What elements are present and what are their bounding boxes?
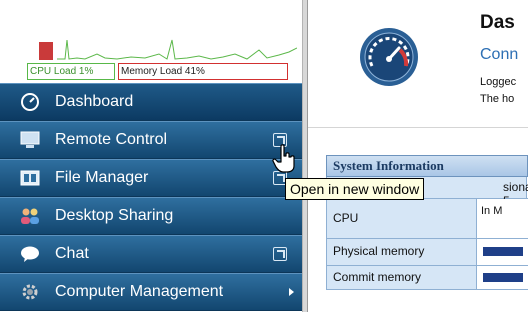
load-monitor: CPU Load 1% Memory Load 41% bbox=[27, 10, 297, 80]
monitor-icon bbox=[20, 131, 40, 148]
sidebar-item-file-manager[interactable]: File Manager bbox=[0, 159, 302, 197]
logged-in-text: Loggec bbox=[480, 76, 517, 88]
sidebar-item-label: File Manager bbox=[55, 169, 149, 186]
cpu-label: CPU bbox=[327, 199, 477, 238]
commit-memory-label: Commit memory bbox=[327, 266, 477, 289]
hand-cursor-icon bbox=[272, 144, 295, 173]
cpu-load-line bbox=[57, 39, 297, 60]
dashboard-gauge-icon bbox=[360, 28, 418, 86]
dashboard-gauge-icon bbox=[21, 93, 39, 111]
page-title: Das bbox=[480, 12, 515, 33]
connection-status: Conn bbox=[480, 46, 519, 63]
table-row: Physical memory bbox=[326, 239, 528, 266]
sidebar-item-computer-management[interactable]: Computer Management bbox=[0, 273, 302, 311]
divider bbox=[308, 127, 528, 128]
sidebar-nav: Dashboard Remote Control File Manager De… bbox=[0, 83, 302, 311]
physical-memory-value bbox=[477, 239, 528, 265]
physical-memory-label: Physical memory bbox=[327, 239, 477, 265]
sidebar-item-desktop-sharing[interactable]: Desktop Sharing bbox=[0, 197, 302, 235]
chevron-right-icon[interactable] bbox=[289, 288, 294, 296]
load-history-chart bbox=[39, 39, 297, 60]
sidebar-item-remote-control[interactable]: Remote Control bbox=[0, 121, 302, 159]
sidebar-item-label: Computer Management bbox=[55, 283, 224, 300]
sidebar-item-label: Chat bbox=[55, 245, 89, 262]
host-text: The ho bbox=[480, 93, 515, 105]
sidebar-item-chat[interactable]: Chat bbox=[0, 235, 302, 273]
people-icon bbox=[21, 208, 39, 224]
sidebar-item-dashboard[interactable]: Dashboard bbox=[0, 83, 302, 121]
cpu-load-label: CPU Load 1% bbox=[27, 63, 115, 80]
file-manager-icon bbox=[20, 170, 40, 186]
open-in-new-window-icon[interactable] bbox=[273, 247, 287, 261]
gear-icon bbox=[22, 284, 38, 300]
sidebar-item-label: Remote Control bbox=[55, 131, 168, 148]
table-row: Commit memory bbox=[326, 266, 528, 290]
sidebar: CPU Load 1% Memory Load 41% Dashboard Re… bbox=[0, 0, 302, 312]
tooltip: Open in new window bbox=[285, 178, 425, 200]
physical-memory-bar bbox=[483, 247, 523, 256]
sidebar-item-label: Dashboard bbox=[55, 93, 134, 110]
sidebar-item-label: Desktop Sharing bbox=[55, 207, 174, 224]
memory-load-label: Memory Load 41% bbox=[118, 63, 288, 80]
chat-bubble-icon bbox=[21, 246, 39, 262]
cpu-value: In M bbox=[477, 199, 528, 238]
table-row: CPU In M bbox=[326, 199, 528, 239]
cpu-load-bar bbox=[39, 42, 53, 60]
commit-memory-bar bbox=[483, 273, 523, 282]
system-information-header: System Information bbox=[326, 155, 528, 177]
commit-memory-value bbox=[477, 266, 528, 289]
